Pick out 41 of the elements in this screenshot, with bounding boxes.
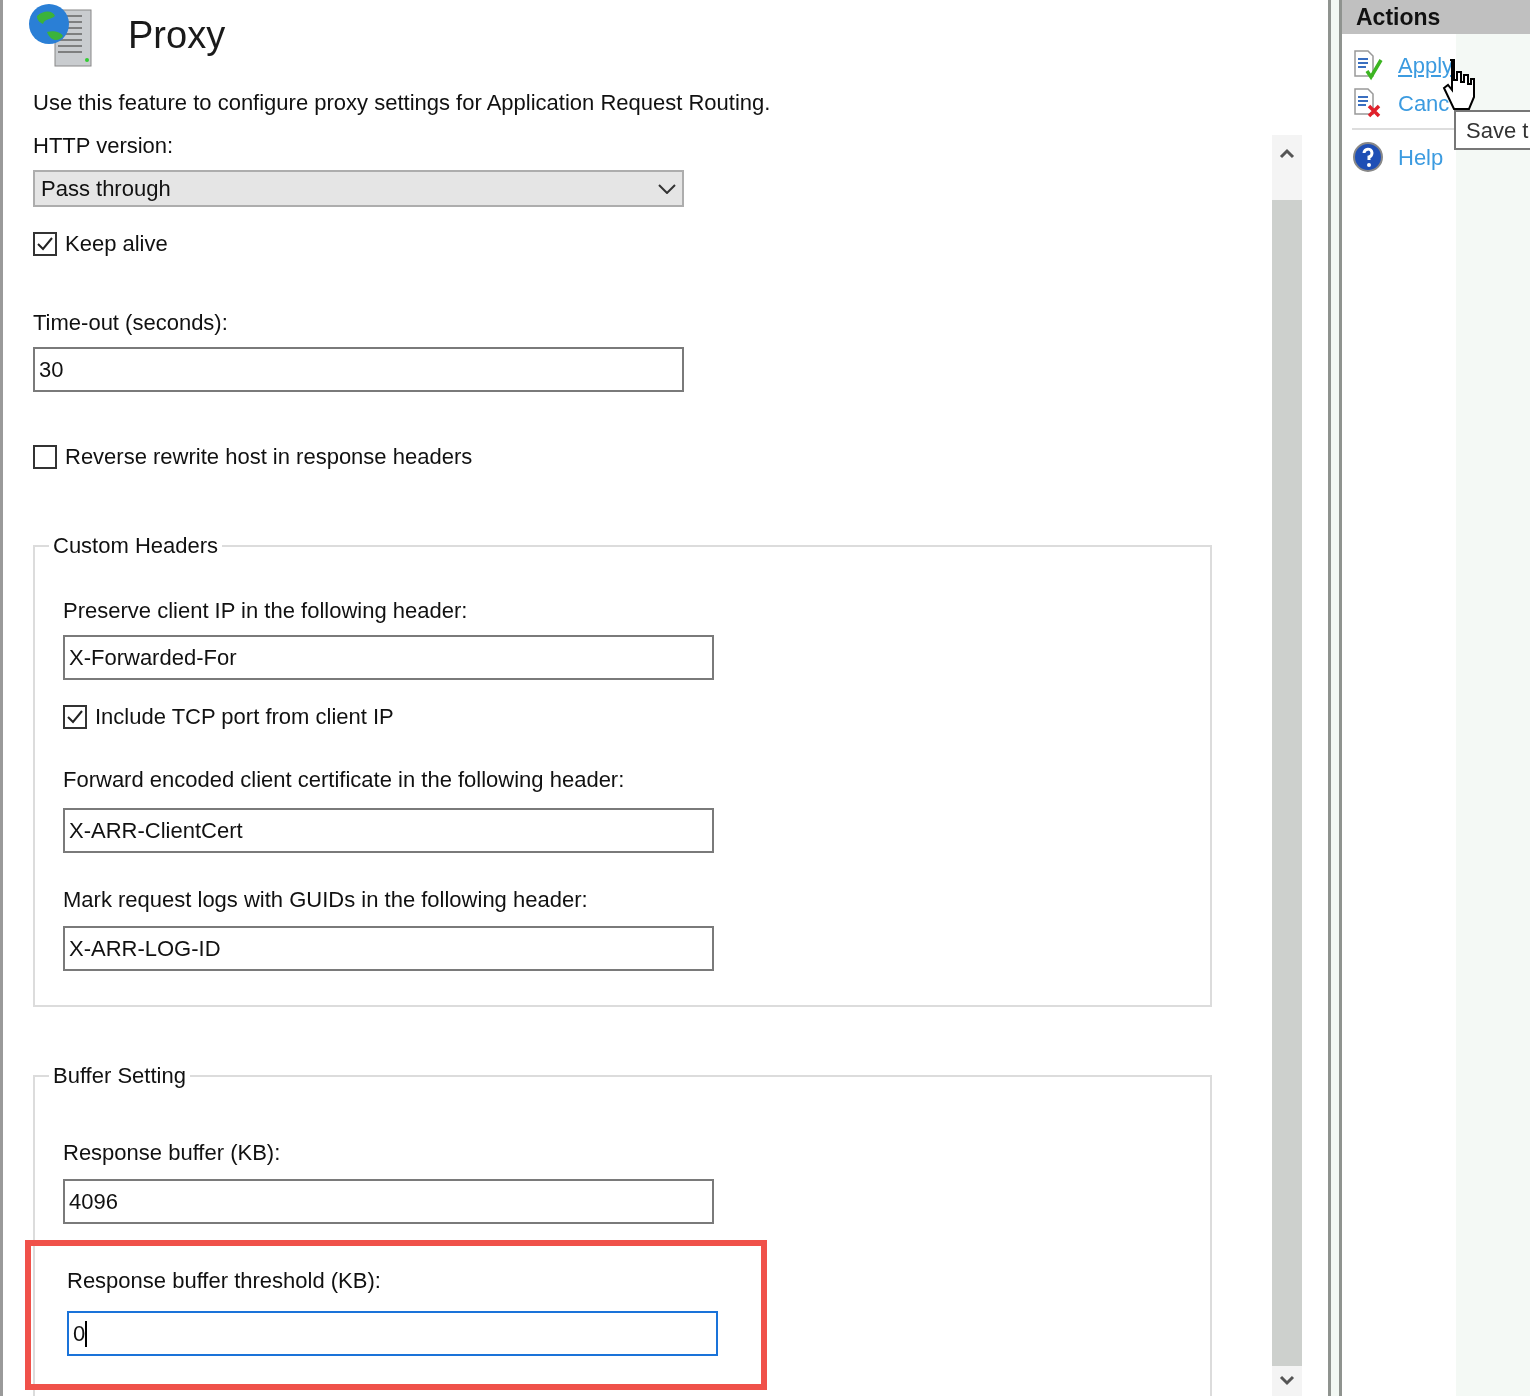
text-cursor <box>85 1320 88 1347</box>
panel-splitter[interactable] <box>1328 0 1342 1396</box>
checkbox[interactable] <box>33 444 57 469</box>
checkbox-label: Keep alive <box>65 230 168 258</box>
field-label: Response buffer (KB): <box>63 1139 282 1167</box>
page-title: Proxy <box>128 12 226 58</box>
field-value: 30 <box>39 356 64 384</box>
field-value: 4096 <box>69 1188 118 1216</box>
field-value: X-ARR-ClientCert <box>69 817 243 845</box>
checkbox[interactable] <box>63 704 87 729</box>
field-label: Time-out (seconds): <box>33 309 229 337</box>
document-check-icon <box>1352 49 1384 81</box>
help-icon <box>1352 141 1384 173</box>
dropdown-value: Pass through <box>41 175 171 203</box>
text-field[interactable]: X-ARR-ClientCert <box>63 808 714 853</box>
chevron-down-icon <box>658 183 676 194</box>
globe-server-icon <box>27 2 95 68</box>
text-field[interactable]: 0 <box>67 1311 718 1356</box>
checkbox-label: Reverse rewrite host in response headers <box>65 443 473 471</box>
field-label: Response buffer threshold (KB): <box>67 1267 382 1295</box>
field-value: X-Forwarded-For <box>69 644 237 672</box>
text-field[interactable]: X-Forwarded-For <box>63 635 714 680</box>
actions-header: Actions <box>1342 0 1530 34</box>
field-label: Preserve client IP in the following header: <box>63 597 469 625</box>
check-icon <box>36 235 54 252</box>
http-version-dropdown[interactable]: Pass through <box>33 170 684 207</box>
group-title: Buffer Setting <box>52 1062 187 1090</box>
checkbox-label: Include TCP port from client IP <box>95 703 394 731</box>
field-value: X-ARR-LOG-ID <box>69 935 221 963</box>
tooltip: Save t <box>1454 110 1530 150</box>
field-label: Forward encoded client certificate in the following header: <box>63 766 626 794</box>
field-label: HTTP version: <box>33 132 175 160</box>
description-text: Use this feature to configure proxy settings for Application Request Routing. <box>33 89 772 117</box>
group-title: Custom Headers <box>52 532 220 560</box>
field-value: 0 <box>73 1320 86 1348</box>
checkbox[interactable] <box>33 231 57 256</box>
field-label: Mark request logs with GUIDs in the following header: <box>63 886 589 914</box>
text-field[interactable]: X-ARR-LOG-ID <box>63 926 714 971</box>
check-icon <box>66 708 84 725</box>
text-field[interactable]: 30 <box>33 347 684 392</box>
text-field[interactable]: 4096 <box>63 1179 714 1224</box>
